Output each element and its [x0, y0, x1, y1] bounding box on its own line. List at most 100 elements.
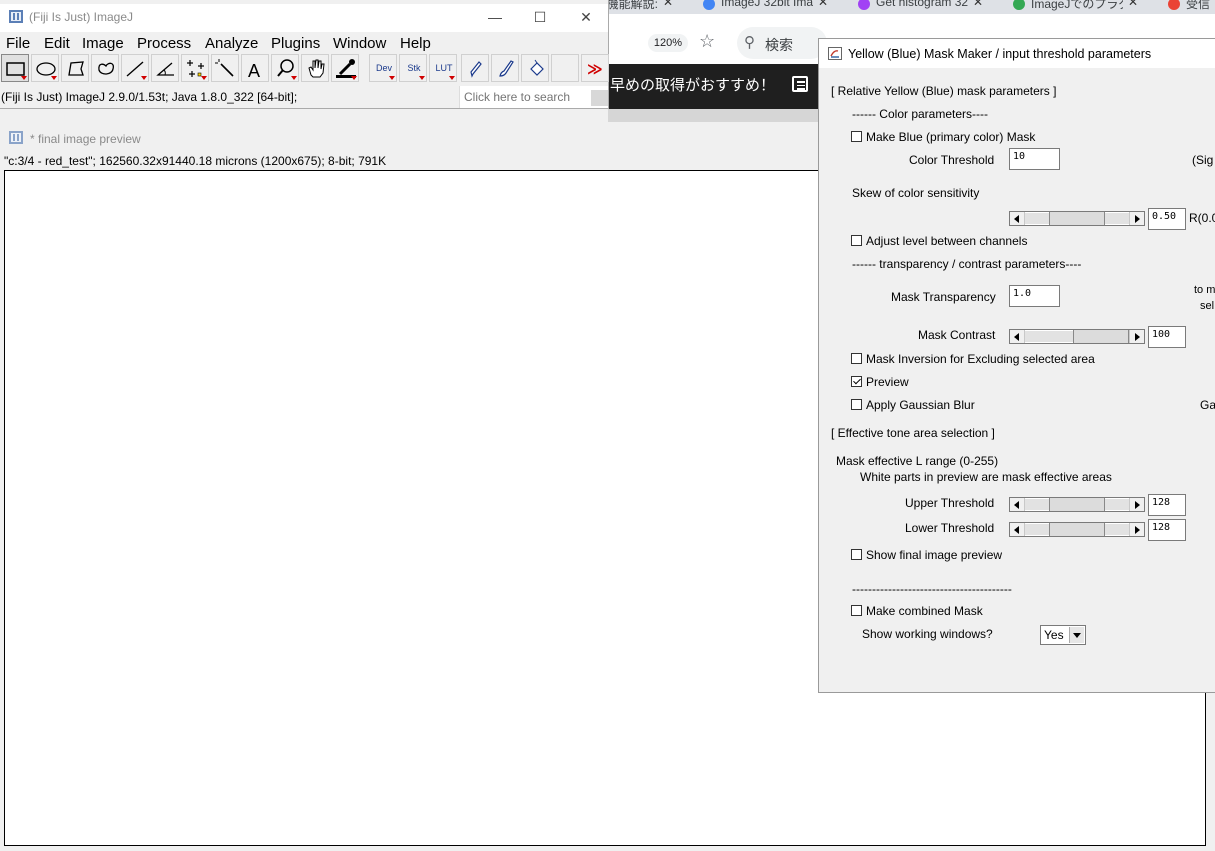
slider-left-arrow-icon[interactable]	[1010, 498, 1025, 511]
mask-transparency-field[interactable]: 1.0	[1009, 285, 1060, 307]
browser-tab[interactable]: 受信	[1168, 0, 1210, 13]
mask-inversion-label: Mask Inversion for Excluding selected ar…	[866, 352, 1095, 366]
dev-menu-icon[interactable]: Dev	[369, 54, 397, 82]
menu-image[interactable]: Image	[82, 35, 124, 52]
rectangle-tool-icon[interactable]	[1, 54, 29, 82]
menu-window[interactable]: Window	[333, 35, 386, 52]
tab-label: ImageJ 32bit Imag	[721, 0, 813, 9]
text-tool-icon[interactable]: A	[241, 54, 269, 82]
slider-left-arrow-icon[interactable]	[1010, 212, 1025, 225]
skew-value-field[interactable]: 0.50	[1148, 208, 1186, 230]
menu-file[interactable]: File	[6, 35, 30, 52]
color-picker-icon[interactable]	[331, 54, 359, 82]
banner-text[interactable]: 早めの取得がおすすめ！	[610, 74, 775, 95]
search-options-button[interactable]	[591, 90, 608, 106]
browser-tab[interactable]: ImageJ 32bit Imag ✕	[703, 0, 828, 13]
slider-left-arrow-icon[interactable]	[1010, 330, 1025, 343]
tab-favicon-icon	[703, 0, 715, 10]
color-params-header: ------ Color parameters----	[852, 107, 988, 121]
section-tone-header: [ Effective tone area selection ]	[831, 426, 995, 440]
freehand-tool-icon[interactable]	[91, 54, 119, 82]
tab-label: 受信	[1186, 0, 1211, 11]
l-range-note: White parts in preview are mask effectiv…	[860, 470, 1112, 484]
slider-right-arrow-icon[interactable]	[1129, 498, 1144, 511]
make-blue-mask-label: Make Blue (primary color) Mask	[866, 130, 1036, 144]
preview-checkbox[interactable]	[851, 376, 862, 387]
lower-threshold-field[interactable]: 128	[1148, 519, 1186, 541]
minimize-icon[interactable]: —	[472, 4, 518, 30]
blank-tool-slot[interactable]	[551, 54, 579, 82]
lut-menu-label: LUT	[435, 63, 453, 73]
command-search-input[interactable]	[464, 90, 584, 104]
make-blue-mask-checkbox[interactable]	[851, 131, 862, 142]
paintbrush-tool-icon[interactable]	[491, 54, 519, 82]
hand-tool-icon[interactable]	[301, 54, 329, 82]
mask-contrast-field[interactable]: 100	[1148, 326, 1186, 348]
show-final-preview-checkbox[interactable]	[851, 549, 862, 560]
image-info-line: "c:3/4 - red_test"; 162560.32x91440.18 m…	[4, 154, 387, 168]
wand-tool-icon[interactable]	[211, 54, 239, 82]
slider-right-arrow-icon[interactable]	[1129, 523, 1144, 536]
imagej-menubar: File Edit Image Process Analyze Plugins …	[0, 32, 608, 54]
menu-process[interactable]: Process	[137, 35, 191, 52]
color-threshold-field[interactable]: 10	[1009, 148, 1060, 170]
slider-thumb[interactable]	[1049, 212, 1105, 225]
mask-inversion-checkbox[interactable]	[851, 353, 862, 364]
adjust-level-checkbox[interactable]	[851, 235, 862, 246]
line-tool-icon[interactable]	[121, 54, 149, 82]
polygon-tool-icon[interactable]	[61, 54, 89, 82]
oval-tool-icon[interactable]	[31, 54, 59, 82]
menu-edit[interactable]: Edit	[44, 35, 70, 52]
slider-thumb[interactable]	[1049, 523, 1105, 536]
slider-right-arrow-icon[interactable]	[1129, 330, 1144, 343]
slider-thumb[interactable]	[1073, 330, 1129, 343]
menu-help[interactable]: Help	[400, 35, 431, 52]
list-icon[interactable]	[792, 76, 808, 92]
lower-threshold-slider[interactable]	[1009, 522, 1145, 537]
upper-threshold-field[interactable]: 128	[1148, 494, 1186, 516]
make-combined-mask-checkbox[interactable]	[851, 605, 862, 616]
imagej-window-title: (Fiji Is Just) ImageJ	[29, 10, 134, 24]
browser-tab[interactable]: Get histogram 32 ✕	[858, 0, 983, 13]
menu-analyze[interactable]: Analyze	[205, 35, 258, 52]
browser-tab[interactable]: ImageJでのプラグイン ✕	[1013, 0, 1138, 13]
tab-close-icon[interactable]: ✕	[1128, 0, 1138, 9]
skew-slider[interactable]	[1009, 211, 1145, 226]
tab-close-icon[interactable]: ✕	[663, 0, 673, 9]
magnifier-tool-icon[interactable]	[271, 54, 299, 82]
zoom-indicator[interactable]: 120%	[648, 34, 688, 52]
svg-text:A: A	[248, 61, 260, 81]
java-app-icon	[828, 47, 842, 60]
slider-right-arrow-icon[interactable]	[1129, 212, 1144, 225]
browser-search-box[interactable]: ⚲ 検索	[737, 27, 827, 59]
tab-close-icon[interactable]: ✕	[818, 0, 828, 9]
bookmark-star-icon[interactable]: ☆	[699, 31, 715, 52]
slider-thumb[interactable]	[1049, 498, 1105, 511]
imagej-app-icon	[9, 10, 23, 23]
angle-tool-icon[interactable]	[151, 54, 179, 82]
stack-menu-icon[interactable]: Stk	[399, 54, 427, 82]
search-icon: ⚲	[744, 34, 755, 51]
chevron-down-icon[interactable]	[1069, 627, 1084, 643]
mask-contrast-label: Mask Contrast	[918, 328, 996, 342]
menu-plugins[interactable]: Plugins	[271, 35, 320, 52]
tab-close-icon[interactable]: ✕	[973, 0, 983, 9]
imagej-app-icon	[9, 131, 23, 144]
show-working-windows-value: Yes	[1044, 628, 1064, 642]
upper-threshold-slider[interactable]	[1009, 497, 1145, 512]
upper-threshold-label: Upper Threshold	[905, 496, 995, 510]
preview-window-title: * final image preview	[30, 132, 141, 146]
flood-fill-tool-icon[interactable]	[521, 54, 549, 82]
multipoint-tool-icon[interactable]	[181, 54, 209, 82]
make-combined-mask-label: Make combined Mask	[866, 604, 983, 618]
maximize-icon[interactable]: ☐	[517, 4, 563, 30]
pencil-tool-icon[interactable]	[461, 54, 489, 82]
more-tools-icon[interactable]: ≫	[581, 54, 609, 82]
gaussian-blur-checkbox[interactable]	[851, 399, 862, 410]
mask-contrast-slider[interactable]	[1009, 329, 1145, 344]
slider-left-arrow-icon[interactable]	[1010, 523, 1025, 536]
close-icon[interactable]: ✕	[563, 4, 609, 30]
l-range-label: Mask effective L range (0-255)	[836, 454, 999, 468]
show-working-windows-select[interactable]: Yes	[1040, 625, 1086, 645]
lut-menu-icon[interactable]: LUT	[429, 54, 457, 82]
